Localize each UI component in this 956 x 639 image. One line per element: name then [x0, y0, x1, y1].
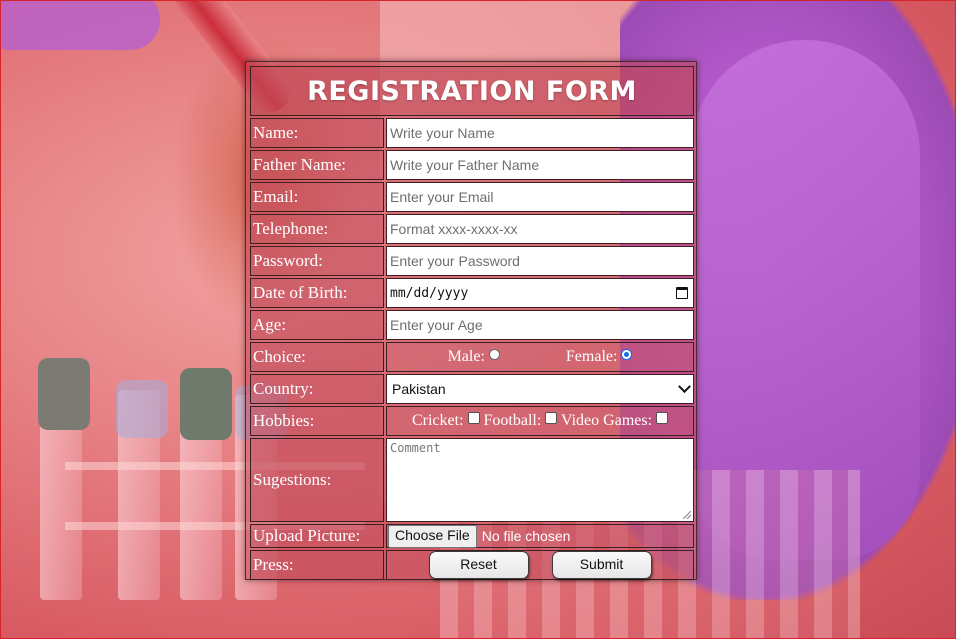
age-label: Age:	[250, 310, 384, 340]
registration-form: REGISTRATION FORM Name: Father Name: Ema…	[245, 61, 697, 580]
football-label: Football:	[483, 412, 542, 429]
female-radio[interactable]	[621, 349, 633, 360]
background-vial-cap	[38, 358, 90, 430]
submit-button[interactable]: Submit	[551, 551, 652, 579]
file-status: No file chosen	[481, 528, 571, 544]
country-selected-value: Pakistan	[392, 381, 446, 397]
country-label: Country:	[250, 374, 384, 404]
choice-options: Male: Female:	[386, 342, 694, 372]
form-title-cell: REGISTRATION FORM	[250, 66, 694, 116]
password-input[interactable]	[387, 247, 693, 275]
dob-label: Date of Birth:	[250, 278, 384, 308]
football-checkbox[interactable]	[545, 412, 558, 424]
male-label: Male:	[447, 348, 485, 365]
dob-input[interactable]: mm/dd/yyyy	[387, 279, 693, 307]
upload-label: Upload Picture:	[250, 524, 384, 548]
press-label: Press:	[250, 550, 384, 580]
reset-button[interactable]: Reset	[428, 551, 529, 579]
dob-value: mm/dd/yyyy	[390, 285, 469, 301]
suggestions-label: Sugestions:	[250, 438, 384, 522]
cricket-checkbox[interactable]	[467, 412, 480, 424]
email-input[interactable]	[387, 183, 693, 211]
name-label: Name:	[250, 118, 384, 148]
background-glove-left	[0, 0, 160, 50]
choose-file-button[interactable]: Choose File	[388, 524, 477, 548]
calendar-icon[interactable]	[676, 287, 688, 299]
suggestions-textarea[interactable]	[387, 439, 693, 521]
female-label: Female:	[565, 348, 618, 365]
male-radio[interactable]	[488, 349, 500, 360]
cricket-label: Cricket:	[411, 412, 464, 429]
background-vial-cap	[116, 380, 168, 438]
hobbies-label: Hobbies:	[250, 406, 384, 436]
telephone-label: Telephone:	[250, 214, 384, 244]
registration-table: REGISTRATION FORM Name: Father Name: Ema…	[248, 64, 696, 582]
video-games-checkbox[interactable]	[656, 412, 669, 424]
father-name-label: Father Name:	[250, 150, 384, 180]
resize-handle-icon[interactable]	[683, 511, 691, 519]
password-label: Password:	[250, 246, 384, 276]
form-title: REGISTRATION FORM	[307, 75, 637, 107]
father-name-input[interactable]	[387, 151, 693, 179]
age-input[interactable]	[387, 311, 693, 339]
video-games-label: Video Games:	[561, 412, 653, 429]
choice-label: Choice:	[250, 342, 384, 372]
hobbies-options: Cricket: Football: Video Games:	[386, 406, 694, 436]
name-input[interactable]	[387, 119, 693, 147]
file-upload: Choose File No file chosen	[387, 524, 693, 548]
telephone-input[interactable]	[387, 215, 693, 243]
country-select[interactable]: Pakistan	[387, 375, 693, 403]
form-actions: Reset Submit	[387, 551, 693, 579]
email-label: Email:	[250, 182, 384, 212]
background-vial-cap	[180, 368, 232, 440]
chevron-down-icon	[678, 379, 691, 393]
